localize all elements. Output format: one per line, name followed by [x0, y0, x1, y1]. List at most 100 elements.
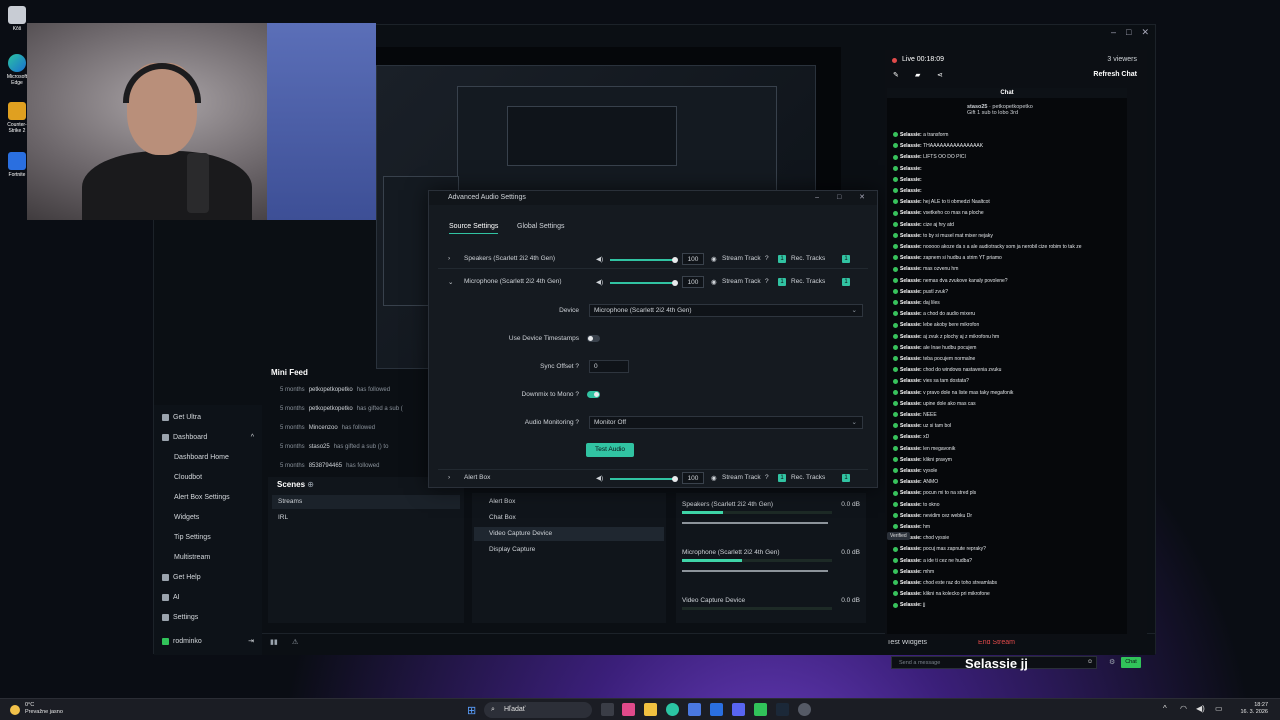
taskbar-clock[interactable]: 18:27 16. 3. 2026 [1240, 702, 1268, 716]
sidebar-item-alert-box-settings[interactable]: Alert Box Settings [174, 494, 230, 501]
volume-slider-knob[interactable] [672, 476, 678, 482]
end-stream-button[interactable]: End Stream [978, 639, 1015, 646]
sidebar-item-multistream[interactable]: Multistream [174, 554, 210, 561]
chat-username[interactable]: Selassie: [900, 278, 923, 284]
refresh-chat-button[interactable]: Refresh Chat [1093, 71, 1137, 78]
volume-slider[interactable] [610, 478, 676, 480]
chat-username[interactable]: Selassie: [900, 322, 923, 328]
chat-username[interactable]: Selassie: [900, 401, 923, 407]
source-item-chat-box[interactable]: Chat Box [474, 511, 664, 525]
battery-icon[interactable]: ▭ [1215, 704, 1223, 713]
chat-username[interactable]: Selassie: [900, 143, 923, 149]
chat-username[interactable]: Selassie: [900, 311, 923, 317]
chat-username[interactable]: Selassie: [900, 434, 923, 440]
volume-input[interactable]: 100 [682, 253, 704, 265]
chat-username[interactable]: Selassie: [900, 266, 923, 272]
volume-slider[interactable] [610, 259, 676, 261]
dialog-window-controls[interactable]: – □ ✕ [815, 191, 873, 205]
stream-track-checkbox[interactable]: 1 [778, 278, 786, 286]
stream-track-checkbox[interactable]: 1 [778, 474, 786, 482]
scene-item-streams[interactable]: Streams [272, 495, 460, 509]
stream-track-checkbox[interactable]: 1 [778, 255, 786, 263]
monitoring-select[interactable]: Monitor Off ⌄ [589, 416, 863, 429]
volume-slider-knob[interactable] [672, 257, 678, 263]
sidebar-item-widgets[interactable]: Widgets [174, 514, 199, 521]
device-select[interactable]: Microphone (Scarlett 2i2 4th Gen) ⌄ [589, 304, 863, 317]
chat-username[interactable]: Selassie: [900, 300, 923, 306]
sidebar-item-cloudbot[interactable]: Cloudbot [174, 474, 202, 481]
volume-icon[interactable]: ◀) [1196, 704, 1205, 713]
volume-input[interactable]: 100 [682, 276, 704, 288]
tab-global-settings[interactable]: Global Settings [517, 223, 564, 230]
test-widgets-button[interactable]: Test Widgets [887, 639, 927, 646]
chat-username[interactable]: Selassie: [900, 222, 923, 228]
downmix-toggle[interactable] [587, 391, 600, 398]
chat-username[interactable]: Selassie: [900, 210, 923, 216]
chat-username[interactable]: Selassie: [900, 580, 923, 586]
chat-username[interactable]: Selassie: [900, 199, 923, 205]
minimize-icon[interactable]: – [1111, 27, 1116, 38]
volume-slider[interactable] [610, 282, 676, 284]
discord-icon[interactable] [732, 703, 745, 716]
chat-username[interactable]: Selassie: [900, 602, 923, 608]
timestamps-toggle[interactable] [587, 335, 600, 342]
steam-icon[interactable] [776, 703, 789, 716]
clip-icon[interactable]: ▰ [915, 71, 920, 79]
chat-username[interactable]: Selassie: [900, 166, 922, 172]
speaker-icon[interactable]: ◀) [596, 278, 603, 286]
chat-username[interactable]: Selassie: [900, 356, 923, 362]
weather-widget[interactable]: 0°C Prevažne jasno [25, 702, 63, 716]
wifi-icon[interactable]: ◠ [1180, 704, 1187, 713]
sidebar-item-settings[interactable]: Settings [162, 614, 198, 621]
chat-username[interactable]: Selassie: [900, 289, 923, 295]
source-item-alert-box[interactable]: Alert Box [474, 495, 664, 509]
store-icon[interactable] [688, 703, 701, 716]
chat-username[interactable]: Selassie: [900, 334, 923, 340]
volume-slider[interactable] [682, 570, 828, 572]
warning-icon[interactable]: ⚠ [292, 638, 298, 646]
chat-username[interactable]: Selassie: [900, 233, 923, 239]
tab-source-settings[interactable]: Source Settings [449, 223, 499, 234]
chat-send-button[interactable]: Chat [1121, 657, 1141, 668]
speaker-icon[interactable]: ◀) [596, 255, 603, 263]
chat-username[interactable]: Selassie: [900, 132, 923, 138]
close-icon[interactable]: ✕ [1141, 27, 1149, 38]
chat-username[interactable]: Selassie: [900, 490, 923, 496]
collapse-chevron-icon[interactable]: ⌄ [448, 278, 453, 286]
eye-icon[interactable]: ◉ [711, 474, 717, 482]
app-icon[interactable] [622, 703, 635, 716]
chat-username[interactable]: Selassie: [900, 390, 923, 396]
volume-slider[interactable] [682, 522, 828, 524]
weather-sun-icon[interactable] [10, 705, 20, 715]
source-item-video-capture[interactable]: Video Capture Device [474, 527, 664, 541]
chat-username[interactable]: Selassie: [900, 154, 923, 160]
emoji-icon[interactable]: ☺ [1087, 659, 1093, 665]
chat-username[interactable]: Selassie: [900, 412, 923, 418]
chat-username[interactable]: Selassie: [900, 244, 923, 250]
test-audio-button[interactable]: Test Audio [586, 443, 634, 457]
logout-icon[interactable]: ⇥ [248, 637, 254, 645]
expand-chevron-icon[interactable]: › [448, 255, 450, 262]
obs-icon[interactable] [798, 703, 811, 716]
chevron-up-icon[interactable]: ^ [1163, 704, 1167, 713]
mail-icon[interactable] [710, 703, 723, 716]
sidebar-item-get-ultra[interactable]: Get Ultra [162, 414, 201, 421]
sidebar-user[interactable]: rodminko ⇥ [162, 637, 254, 645]
eye-icon[interactable]: ◉ [711, 255, 717, 263]
speaker-icon[interactable]: ◀) [596, 474, 603, 482]
chat-username[interactable]: Selassie: [900, 446, 923, 452]
chat-username[interactable]: Selassie: [900, 513, 923, 519]
chat-username[interactable]: Selassie: [900, 345, 923, 351]
chat-username[interactable]: Selassie: [900, 378, 923, 384]
chat-username[interactable]: Selassie: [900, 188, 922, 194]
sync-offset-input[interactable]: 0 [589, 360, 629, 373]
chat-username[interactable]: Selassie: [900, 591, 923, 597]
chat-username[interactable]: Selassie: [900, 255, 923, 261]
volume-slider-knob[interactable] [672, 280, 678, 286]
taskbar-search[interactable]: ⌕ Hľadať [484, 702, 592, 718]
maximize-icon[interactable]: □ [1126, 27, 1131, 38]
chat-username[interactable]: Selassie: [900, 367, 923, 373]
chat-username[interactable]: Selassie: [900, 457, 923, 463]
chat-username[interactable]: Selassie: [900, 502, 923, 508]
sidebar-item-ai[interactable]: AI [162, 594, 180, 601]
